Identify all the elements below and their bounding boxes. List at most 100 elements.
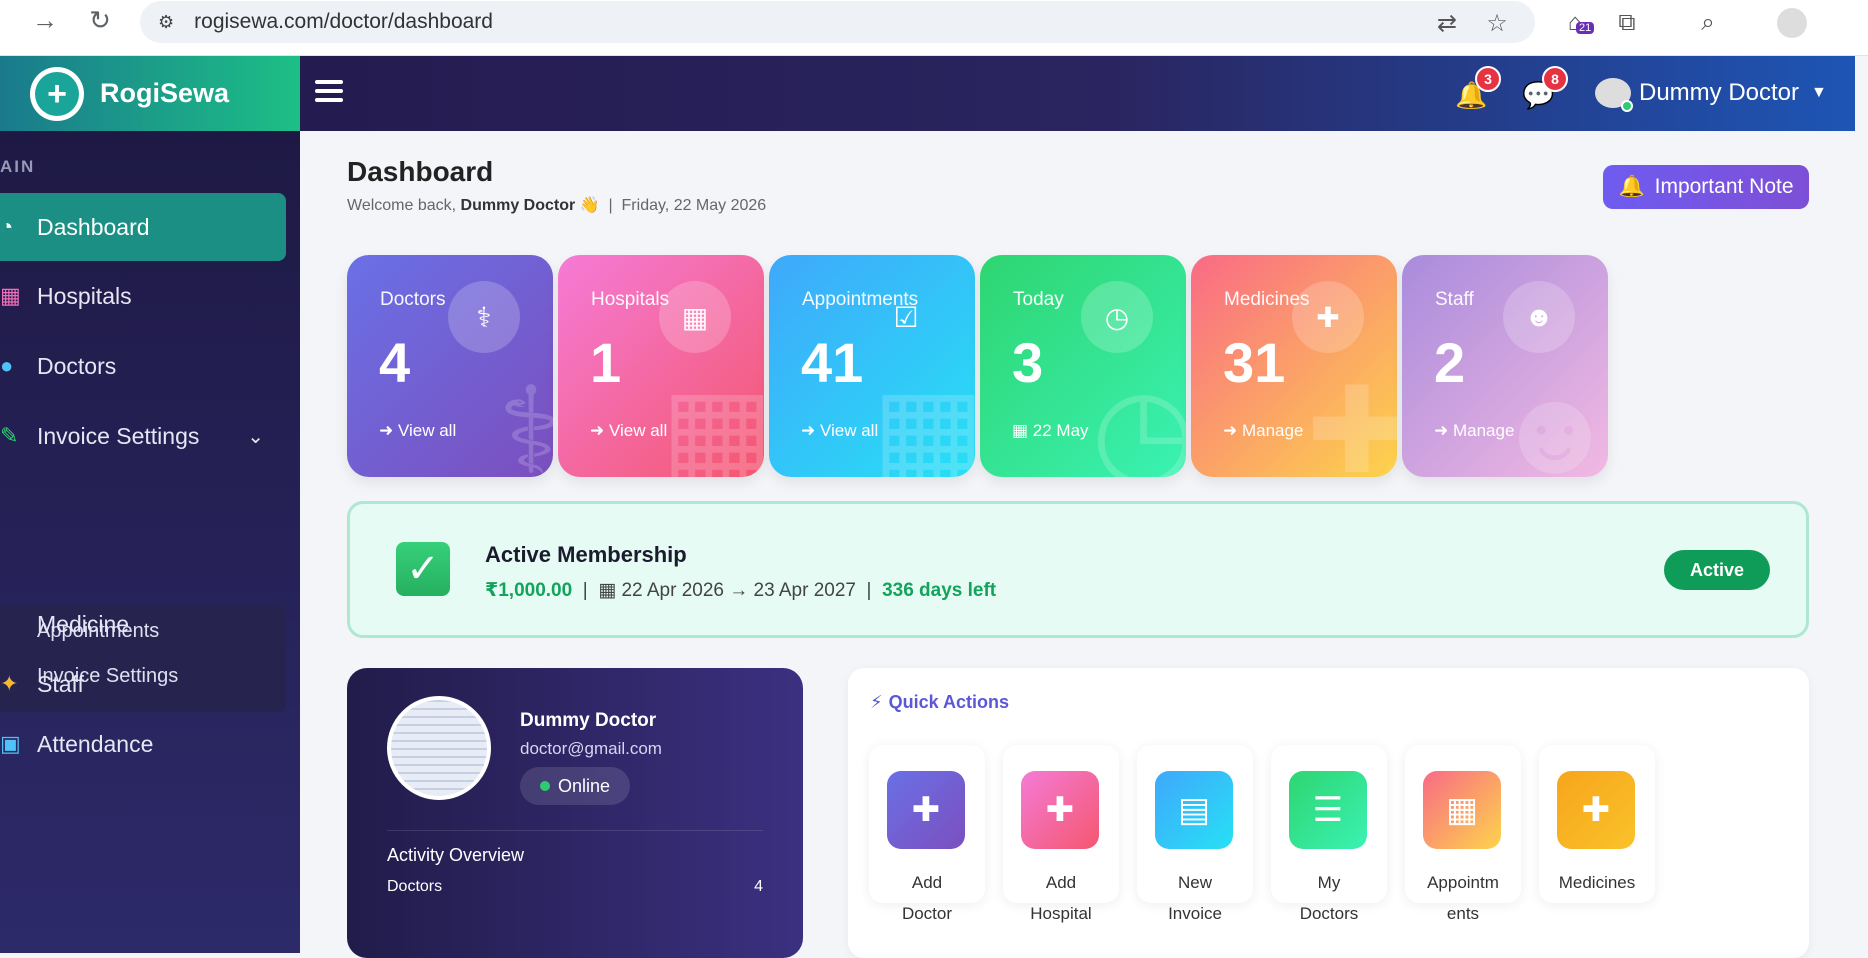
extension-badge: 21 xyxy=(1576,22,1595,34)
stat-card-hospitals[interactable]: ▦ ▦ Hospitals 1 ➜ View all xyxy=(558,255,764,477)
quick-action-label: Add Hospital xyxy=(1030,873,1092,923)
stat-label: Today xyxy=(1013,289,1064,310)
membership-card: ✓ Active Membership ₹1,000.00 | ▦ 22 Apr… xyxy=(347,501,1809,638)
membership-details: ₹1,000.00 | ▦ 22 Apr 2026 → 23 Apr 2027 … xyxy=(485,580,997,601)
quick-action-medicines[interactable]: ✚ Medicines xyxy=(1539,745,1655,903)
stethoscope-bg-icon: ⚕ xyxy=(498,364,553,477)
welcome-prefix: Welcome back, xyxy=(347,197,457,214)
quick-action-my-doctors[interactable]: ☰ My Doctors xyxy=(1271,745,1387,923)
sidebar-item-attendance[interactable]: ▣ Attendance xyxy=(0,710,286,778)
users-icon: ☻ xyxy=(1503,281,1575,353)
stat-link[interactable]: ➜ View all xyxy=(590,421,667,441)
quick-action-appointments[interactable]: ▦ Appointm ents xyxy=(1405,745,1521,923)
list-icon: ☰ xyxy=(1289,771,1367,849)
medkit-bg-icon: ✚ xyxy=(1306,364,1397,477)
profile-card: Dummy Doctor doctor@gmail.com Online Act… xyxy=(347,668,803,958)
sidebar-item-label: Staff xyxy=(37,670,84,697)
brand-logo-icon: + xyxy=(30,66,84,121)
sidebar-item-label: Invoice Settings xyxy=(37,422,200,449)
url-text[interactable]: rogisewa.com/doctor/dashboard xyxy=(194,10,493,34)
stat-value: 31 xyxy=(1223,331,1286,394)
forward-icon[interactable]: → xyxy=(25,0,65,40)
search-tab-icon[interactable]: ⌕ xyxy=(1693,8,1723,38)
lightning-icon: ⚡ xyxy=(870,692,883,712)
sidebar-item-medicine[interactable]: Medicine xyxy=(0,590,286,658)
quick-actions-title: ⚡ Quick Actions xyxy=(870,692,1009,712)
stat-card-medicines[interactable]: ✚ ✚ Medicines 31 ➜ Manage xyxy=(1191,255,1397,477)
user-plus-icon: ✚ xyxy=(887,771,965,849)
user-menu[interactable]: Dummy Doctor ▼ xyxy=(1595,78,1827,112)
stat-link[interactable]: ➜ Manage xyxy=(1434,421,1514,441)
divider xyxy=(387,830,763,831)
calendar-icon: ▦ xyxy=(1423,771,1501,849)
membership-amount: ₹1,000.00 xyxy=(485,580,573,601)
translate-icon[interactable]: ⇄ xyxy=(1432,8,1462,38)
stat-link[interactable]: ➜ Manage xyxy=(1223,421,1303,441)
reload-icon[interactable]: ↻ xyxy=(80,0,120,40)
caret-down-icon: ▼ xyxy=(1811,84,1827,101)
hospital-icon: ▦ xyxy=(0,283,21,308)
notifications-bell-icon[interactable]: 🔔 3 xyxy=(1455,66,1501,110)
online-status-badge: Online xyxy=(520,767,630,805)
clock-icon: ◷ xyxy=(1081,281,1153,353)
calendar-icon: ▦ xyxy=(598,580,617,601)
calendar-icon: ▦ xyxy=(1012,421,1029,440)
extension-icon[interactable]: ⌂ 21 xyxy=(1560,8,1595,38)
quick-action-new-invoice[interactable]: ▤ New Invoice xyxy=(1137,745,1253,923)
user-name: Dummy Doctor xyxy=(1639,79,1800,106)
welcome-line: Welcome back, Dummy Doctor 👋 | Friday, 2… xyxy=(347,197,767,214)
quick-action-add-hospital[interactable]: ✚ Add Hospital xyxy=(1003,745,1119,923)
profile-email: doctor@gmail.com xyxy=(520,739,662,758)
membership-days-left: 336 days left xyxy=(882,580,997,601)
messages-icon[interactable]: 💬 8 xyxy=(1522,66,1568,110)
invoice-icon: ✎ xyxy=(0,423,19,448)
bookmark-star-icon[interactable]: ☆ xyxy=(1482,8,1512,38)
browser-toolbar: → ↻ ⚙ rogisewa.com/doctor/dashboard ⇄ ☆ … xyxy=(0,0,1868,56)
menu-toggle-icon[interactable] xyxy=(315,80,343,104)
stat-value: 3 xyxy=(1012,331,1044,394)
stat-card-appointments[interactable]: ☑ ▦ Appointments 41 ➜ View all xyxy=(769,255,975,477)
stat-card-doctors[interactable]: ⚕ ⚕ Doctors 4 ➜ View all xyxy=(347,255,553,477)
attendance-icon: ▣ xyxy=(0,731,21,756)
activity-value: 4 xyxy=(754,878,763,895)
sidebar-item-label: Doctors xyxy=(37,352,117,379)
sidebar-item-staff[interactable]: ✦ Staff xyxy=(0,650,286,718)
stat-label: Staff xyxy=(1435,289,1474,310)
brand[interactable]: + RogiSewa xyxy=(0,56,300,131)
notifications-badge: 3 xyxy=(1475,66,1501,92)
stat-value: 41 xyxy=(801,331,864,394)
stat-value: 4 xyxy=(379,331,411,394)
activity-row: Doctors 4 xyxy=(387,878,763,896)
stat-card-staff[interactable]: ☻ ☻ Staff 2 ➜ Manage xyxy=(1402,255,1608,477)
hospital-plus-icon: ✚ xyxy=(1021,771,1099,849)
sidebar: AIN ◔ Dashboard ▦ Hospitals ● Doctors ✎ … xyxy=(0,131,300,953)
stat-card-today[interactable]: ◷ ◷ Today 3 ▦ 22 May xyxy=(980,255,1186,477)
site-settings-icon[interactable]: ⚙ xyxy=(158,12,174,33)
important-note-button[interactable]: 🔔 Important Note xyxy=(1603,165,1809,209)
extensions-puzzle-icon[interactable]: ⧉ xyxy=(1612,8,1642,38)
quick-action-label: Medicines xyxy=(1558,873,1636,892)
sidebar-item-label: Attendance xyxy=(37,730,154,757)
stat-value: 1 xyxy=(590,331,622,394)
sidebar-item-invoice-settings[interactable]: ✎ Invoice Settings ⌄ xyxy=(0,402,286,470)
stat-label: Appointments xyxy=(802,289,919,310)
address-bar[interactable]: ⚙ rogisewa.com/doctor/dashboard xyxy=(140,1,1535,43)
stat-link[interactable]: ➜ View all xyxy=(379,421,456,441)
dashboard-icon: ◔ xyxy=(0,214,14,239)
quick-action-label: Appointm ents xyxy=(1427,873,1499,923)
check-icon: ✓ xyxy=(396,542,450,596)
quick-actions-panel: ⚡ Quick Actions ✚ Add Doctor ✚ Add Hospital… xyxy=(848,668,1809,958)
profile-avatar-icon[interactable] xyxy=(1777,8,1807,38)
hospital-bg-icon: ▦ xyxy=(660,364,764,477)
activity-overview-title: Activity Overview xyxy=(387,845,525,865)
important-note-label: Important Note xyxy=(1654,175,1794,198)
sidebar-item-doctors[interactable]: ● Doctors xyxy=(0,332,286,400)
sidebar-item-dashboard[interactable]: ◔ Dashboard xyxy=(0,193,286,261)
bell-icon: 🔔 xyxy=(1618,175,1645,198)
document-icon: ▤ xyxy=(1155,771,1233,849)
membership-status-badge: Active xyxy=(1664,550,1770,590)
quick-action-add-doctor[interactable]: ✚ Add Doctor xyxy=(869,745,985,923)
clock-bg-icon: ◷ xyxy=(1091,364,1186,477)
stat-link[interactable]: ➜ View all xyxy=(801,421,878,441)
sidebar-item-hospitals[interactable]: ▦ Hospitals xyxy=(0,262,286,330)
